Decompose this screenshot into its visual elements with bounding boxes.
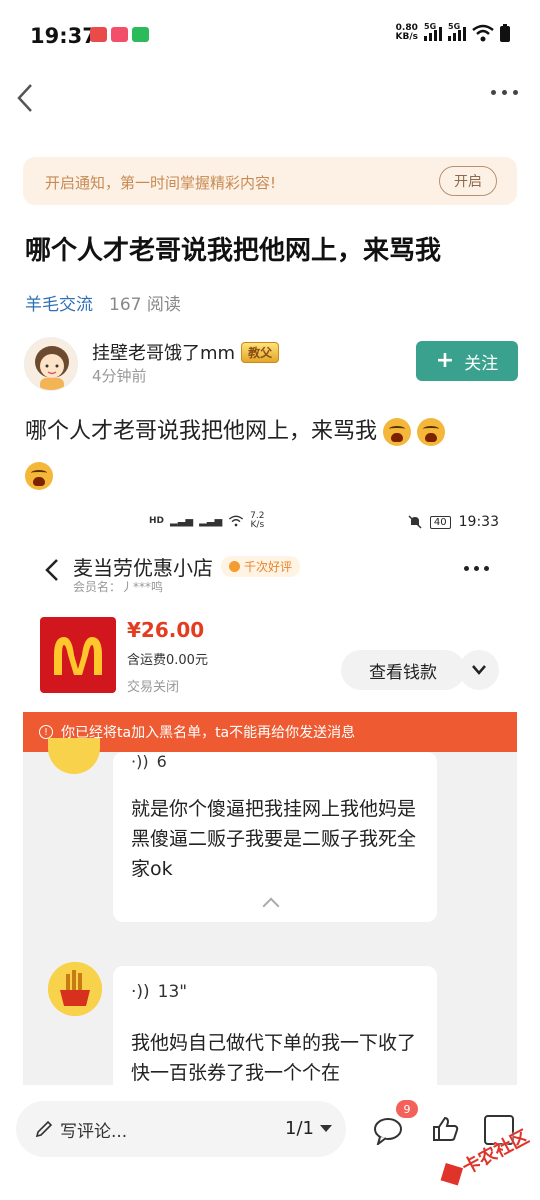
comment-count-badge: 9 <box>396 1100 418 1118</box>
follow-button[interactable]: + 关注 <box>416 341 518 381</box>
warning-text: 你已经将ta加入黑名单，ta不能再给你发送消息 <box>61 725 356 741</box>
read-count: 167 阅读 <box>109 295 181 315</box>
crying-emoji-icon <box>25 462 53 490</box>
enable-notification-button[interactable]: 开启 <box>439 166 497 196</box>
view-money-button: 查看钱款 <box>341 650 465 690</box>
shop-header: 麦当劳优惠小店 千次好评 <box>73 552 301 581</box>
post-body: 哪个人才老哥说我把他网上，来骂我 <box>25 410 520 498</box>
notification-prompt: 开启通知，第一时间掌握精彩内容! 开启 <box>23 157 517 205</box>
top-nav <box>0 78 540 122</box>
battery-level: 40 <box>429 515 451 529</box>
page-selector[interactable]: 1/1 <box>285 1118 332 1139</box>
shop-rating-tag: 千次好评 <box>221 556 301 577</box>
comment-icon <box>374 1118 402 1147</box>
notification-icons <box>90 27 149 42</box>
avatar-illustration-icon <box>25 338 77 390</box>
voice-message: ·)) 6 <box>131 752 167 771</box>
crying-emoji-icon <box>417 418 446 446</box>
signal-icon: ▂▃▅ <box>199 515 223 527</box>
post-time: 4分钟前 <box>92 367 147 385</box>
status-indicators: 0.80 KB/s 5G 5G <box>395 22 510 42</box>
signal-icon: ▂▃▅ <box>170 515 194 527</box>
voice-icon: ·)) <box>131 752 149 771</box>
chat-bubble: ·)) 13" 我他妈自己做代下单的我一下收了快一百张券了我一个个在 <box>113 966 437 1100</box>
info-icon: ! <box>39 725 53 739</box>
status-bar: 19:37 0.80 KB/s 5G 5G <box>0 0 540 70</box>
back-button[interactable] <box>10 78 40 118</box>
follow-label: 关注 <box>464 353 499 374</box>
mute-icon <box>408 515 422 529</box>
wechat-icon <box>132 27 149 42</box>
crying-emoji-icon <box>383 418 412 446</box>
mcdonalds-logo <box>40 617 116 693</box>
post-image[interactable]: HD ▂▃▅ ▂▃▅ 7.2 K/s 40 19:33 麦当劳优惠小店 千次好评… <box>23 500 517 1100</box>
wifi-icon <box>472 24 494 42</box>
post-meta: 羊毛交流 167 阅读 <box>25 290 181 315</box>
dropdown-icon <box>320 1125 332 1132</box>
comment-button[interactable] <box>372 1117 404 1149</box>
author-name[interactable]: 挂壁老哥饿了mm <box>92 339 235 365</box>
chat-avatar <box>48 738 100 774</box>
app-icon <box>111 27 128 42</box>
expand-button <box>459 650 499 690</box>
back-arrow-icon <box>17 84 32 112</box>
author-row: 挂壁老哥饿了mm 教父 4分钟前 + 关注 <box>24 337 518 393</box>
signal-icon: 5G <box>424 22 442 41</box>
net-speed: 0.80 KB/s <box>395 23 418 42</box>
more-options-button[interactable] <box>491 90 518 95</box>
chat-bubble: ·)) 6 就是你个傻逼把我挂网上我他妈是黑傻逼二贩子我要是二贩子我死全家ok <box>113 752 437 922</box>
rating-icon <box>229 561 240 572</box>
trade-status: 交易关闭 <box>127 680 180 695</box>
author-avatar[interactable] <box>24 337 78 391</box>
screenshot-header: HD ▂▃▅ ▂▃▅ 7.2 K/s 40 19:33 麦当劳优惠小店 千次好评… <box>23 500 517 752</box>
chat-message-text: 就是你个傻逼把我挂网上我他妈是黑傻逼二贩子我要是二贩子我死全家ok <box>131 798 417 880</box>
comment-input[interactable]: 写评论... 1/1 <box>16 1101 346 1157</box>
chat-avatar <box>48 962 102 1016</box>
fries-avatar-icon <box>48 962 102 1016</box>
battery-icon <box>500 24 510 42</box>
screenshot-status-right: 40 19:33 <box>408 514 499 530</box>
pencil-icon <box>35 1120 53 1138</box>
post-category-link[interactable]: 羊毛交流 <box>25 290 93 315</box>
member-name: 会员名：丿***鸣 <box>73 580 164 594</box>
plus-icon: + <box>435 348 455 373</box>
post-title: 哪个人才老哥说我把他网上，来骂我 <box>25 236 442 266</box>
screenshot-status-left: HD ▂▃▅ ▂▃▅ 7.2 K/s <box>149 511 265 530</box>
comment-placeholder: 写评论... <box>60 1121 128 1142</box>
signal-icon-2: 5G <box>448 22 466 41</box>
voice-icon: ·)) <box>131 982 150 1002</box>
author-rank-badge: 教父 <box>241 341 280 363</box>
post-body-text: 哪个人才老哥说我把他网上，来骂我 <box>25 419 378 444</box>
chat-message-text: 我他妈自己做代下单的我一下收了快一百张券了我一个个在 <box>131 1032 417 1084</box>
shop-name: 麦当劳优惠小店 <box>73 556 213 580</box>
screenshot-more-icon <box>464 566 489 571</box>
wifi-icon <box>229 515 244 527</box>
voice-message: ·)) 13" <box>131 982 188 1002</box>
order-price: ¥26.00 <box>127 618 205 642</box>
notification-prompt-text: 开启通知，第一时间掌握精彩内容! <box>45 174 277 192</box>
collapse-icon <box>262 897 280 915</box>
screenshot-back-icon <box>45 558 59 586</box>
screenshot-net-speed: 7.2 K/s <box>250 511 265 530</box>
status-time: 19:37 <box>30 24 97 48</box>
toutiao-icon <box>90 27 107 42</box>
shipping-info: 含运费0.00元 <box>127 653 208 668</box>
chevron-down-icon <box>472 665 486 675</box>
screenshot-time: 19:33 <box>458 514 499 530</box>
